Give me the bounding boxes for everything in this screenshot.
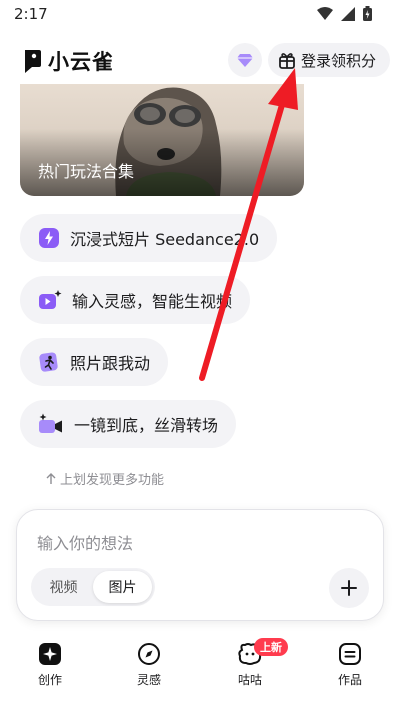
camera-sparkle-icon xyxy=(39,413,62,433)
featured-banner[interactable]: 热门玩法合集 xyxy=(20,84,304,196)
signal-icon xyxy=(341,6,355,21)
nav-label: 作品 xyxy=(337,673,362,687)
feature-text-to-video[interactable]: 输入灵感，智能生视频 xyxy=(20,276,251,324)
mode-video-option[interactable]: 视频 xyxy=(34,571,93,603)
swipe-up-hint: 上划发现更多功能 xyxy=(46,469,164,488)
battery-icon xyxy=(363,6,372,21)
add-button[interactable] xyxy=(329,568,369,608)
new-badge: 上新 xyxy=(254,638,288,656)
login-points-label: 登录领积分 xyxy=(301,51,377,70)
prompt-input[interactable]: 输入你的想法 xyxy=(37,530,133,554)
feature-label: 输入灵感，智能生视频 xyxy=(72,292,233,311)
nav-label: 创作 xyxy=(37,673,62,687)
nav-item-create[interactable]: 创作 xyxy=(20,642,80,688)
app-header: 小云雀 登录领积分 xyxy=(0,38,400,84)
status-time: 2:17 xyxy=(14,5,48,23)
swipe-hint-text: 上划发现更多功能 xyxy=(60,473,165,488)
nav-item-works[interactable]: 作品 xyxy=(320,642,380,688)
feature-one-take-transition[interactable]: 一镜到底，丝滑转场 xyxy=(20,400,237,448)
login-points-button[interactable]: 登录领积分 xyxy=(268,43,390,77)
video-sparkle-icon xyxy=(39,290,62,309)
feature-label: 沉浸式短片 Seedance2.0 xyxy=(70,230,260,249)
status-icons xyxy=(317,6,372,21)
mode-image-option[interactable]: 图片 xyxy=(93,571,152,603)
arrow-up-icon xyxy=(46,472,56,484)
status-bar: 2:17 xyxy=(0,0,400,28)
app-logo: 小云雀 xyxy=(22,46,114,76)
feature-label: 一镜到底，丝滑转场 xyxy=(74,416,219,435)
plus-icon xyxy=(341,580,357,596)
nav-label: 咕咕 xyxy=(237,673,262,687)
create-sparkle-icon xyxy=(39,643,61,665)
prompt-composer: 输入你的想法 视频 图片 xyxy=(16,509,384,621)
feature-photo-animate[interactable]: 照片跟我动 xyxy=(20,338,169,386)
feature-seedance-short-film[interactable]: 沉浸式短片 Seedance2.0 xyxy=(20,214,278,262)
nav-label: 灵感 xyxy=(136,673,161,687)
diamond-icon xyxy=(237,54,253,67)
nav-item-inspiration[interactable]: 灵感 xyxy=(119,642,179,688)
mode-toggle: 视频 图片 xyxy=(31,568,155,606)
banner-caption: 热门玩法合集 xyxy=(38,162,135,181)
logo-icon xyxy=(25,50,41,73)
vip-button[interactable] xyxy=(228,43,262,77)
lightning-icon xyxy=(39,228,59,248)
compass-icon xyxy=(138,643,160,665)
app-name: 小云雀 xyxy=(48,50,114,74)
nav-item-gugu[interactable]: 上新 咕咕 xyxy=(220,638,288,688)
wifi-icon xyxy=(317,6,333,20)
gift-icon xyxy=(279,53,295,69)
works-list-icon xyxy=(339,643,361,665)
bottom-nav: 创作 灵感 上新 咕咕 作品 xyxy=(0,636,400,696)
feature-label: 照片跟我动 xyxy=(70,354,151,373)
dancing-person-icon xyxy=(39,352,58,372)
